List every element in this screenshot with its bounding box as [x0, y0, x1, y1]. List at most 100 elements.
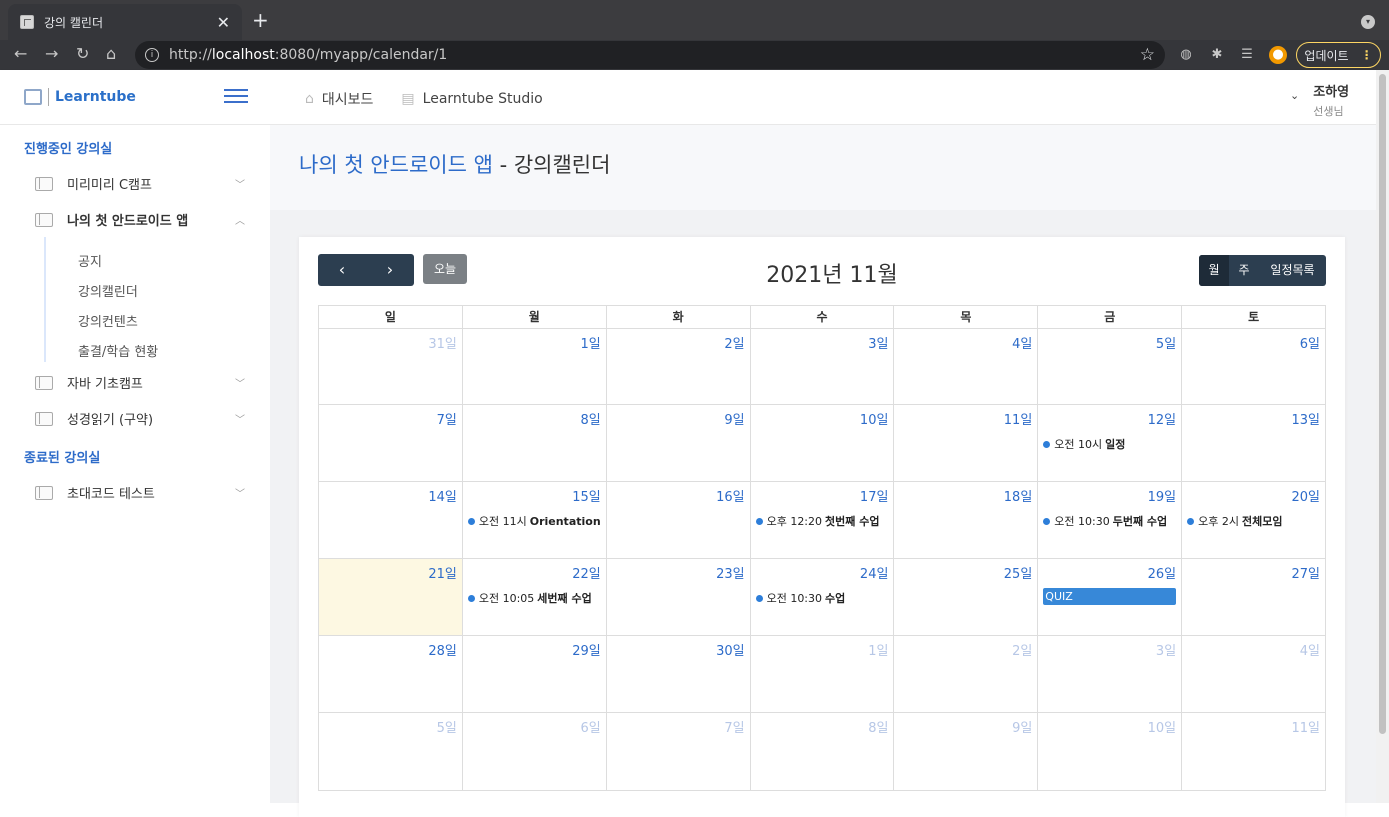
day-number[interactable]: 5일: [324, 717, 457, 736]
extensions-puzzle-icon[interactable]: ✱: [1208, 46, 1226, 64]
calendar-day-cell[interactable]: 29일: [463, 636, 607, 712]
reading-list-icon[interactable]: ☰: [1238, 46, 1256, 64]
calendar-day-cell[interactable]: 16일: [607, 482, 751, 558]
submenu-contents[interactable]: 강의컨텐츠: [78, 311, 138, 330]
calendar-day-cell[interactable]: 30일: [607, 636, 751, 712]
calendar-day-cell[interactable]: 6일: [1182, 329, 1325, 404]
calendar-day-cell[interactable]: 19일오전 10:30 두번째 수업: [1038, 482, 1183, 558]
calendar-day-cell[interactable]: 26일 QUIZ: [1038, 559, 1183, 635]
calendar-day-cell[interactable]: 2일: [607, 329, 751, 404]
day-number[interactable]: 31일: [324, 333, 457, 352]
today-button[interactable]: 오늘: [423, 254, 467, 284]
site-info-icon[interactable]: i: [145, 48, 159, 62]
profile-avatar-icon[interactable]: ●: [1269, 46, 1287, 64]
menu-toggle-icon[interactable]: [224, 89, 248, 105]
calendar-day-cell[interactable]: 27일: [1182, 559, 1325, 635]
calendar-day-cell[interactable]: 5일: [319, 713, 463, 790]
calendar-event[interactable]: 오후 2시 전체모임: [1187, 513, 1320, 529]
calendar-day-cell[interactable]: 6일: [463, 713, 607, 790]
day-number[interactable]: 18일: [899, 486, 1033, 505]
bookmark-star-icon[interactable]: ☆: [1140, 45, 1155, 65]
day-number[interactable]: 24일: [756, 563, 889, 582]
update-button[interactable]: 업데이트 ⋮: [1296, 42, 1381, 68]
prev-month-button[interactable]: ‹: [318, 254, 366, 286]
nav-studio[interactable]: ▤ Learntube Studio: [401, 89, 542, 109]
day-number[interactable]: 6일: [468, 717, 600, 736]
extension-globe-icon[interactable]: ◍: [1177, 46, 1195, 64]
calendar-day-cell[interactable]: 24일오전 10:30 수업: [751, 559, 895, 635]
calendar-day-cell[interactable]: 5일: [1038, 329, 1183, 404]
day-number[interactable]: 2일: [612, 333, 744, 352]
day-number[interactable]: 14일: [324, 486, 457, 505]
calendar-day-cell[interactable]: 18일: [894, 482, 1039, 558]
reload-icon[interactable]: ↻: [76, 44, 89, 63]
day-number[interactable]: 10일: [1043, 717, 1177, 736]
day-number[interactable]: 4일: [899, 333, 1032, 352]
nav-dashboard[interactable]: ⌂ 대시보드: [305, 89, 373, 109]
calendar-event[interactable]: 오전 10:30 수업: [755, 590, 889, 606]
course-link[interactable]: 나의 첫 안드로이드 앱: [299, 153, 493, 177]
address-bar[interactable]: i http://localhost:8080/myapp/calendar/1…: [135, 41, 1165, 69]
day-number[interactable]: 8일: [756, 717, 888, 736]
view-week-button[interactable]: 주: [1229, 255, 1259, 286]
day-number[interactable]: 26일: [1043, 563, 1177, 582]
back-icon[interactable]: ←: [14, 44, 27, 63]
calendar-day-cell[interactable]: 10일: [1038, 713, 1183, 790]
tab-close-icon[interactable]: ✕: [217, 13, 230, 32]
calendar-day-cell[interactable]: 9일: [607, 405, 751, 481]
calendar-event[interactable]: 오전 11시 Orientation: [467, 513, 601, 529]
day-number[interactable]: 22일: [468, 563, 601, 582]
sidebar-course-invite-test[interactable]: 초대코드 테스트 ﹀: [35, 483, 245, 502]
next-month-button[interactable]: ›: [366, 254, 414, 286]
calendar-day-cell[interactable]: 1일: [751, 636, 895, 712]
calendar-allday-event[interactable]: QUIZ: [1043, 588, 1177, 605]
day-number[interactable]: 28일: [324, 640, 457, 659]
calendar-day-cell[interactable]: 1일: [463, 329, 607, 404]
day-number[interactable]: 21일: [324, 563, 457, 582]
calendar-event[interactable]: 오전 10:30 두번째 수업: [1043, 513, 1176, 529]
day-number[interactable]: 11일: [899, 409, 1033, 428]
day-number[interactable]: 20일: [1187, 486, 1321, 505]
day-number[interactable]: 2일: [899, 640, 1032, 659]
day-number[interactable]: 1일: [756, 640, 888, 659]
calendar-day-cell[interactable]: 9일: [894, 713, 1039, 790]
calendar-day-cell[interactable]: 20일오후 2시 전체모임: [1182, 482, 1325, 558]
calendar-day-cell[interactable]: 8일: [463, 405, 607, 481]
day-number[interactable]: 12일: [1043, 409, 1177, 428]
calendar-day-cell[interactable]: 31일: [319, 329, 463, 404]
day-number[interactable]: 15일: [468, 486, 601, 505]
calendar-day-cell[interactable]: 21일: [319, 559, 463, 635]
calendar-day-cell[interactable]: 8일: [751, 713, 895, 790]
day-number[interactable]: 7일: [324, 409, 457, 428]
calendar-day-cell[interactable]: 4일: [894, 329, 1039, 404]
calendar-event[interactable]: 오전 10시 일정: [1043, 436, 1176, 452]
day-number[interactable]: 27일: [1187, 563, 1321, 582]
calendar-day-cell[interactable]: 28일: [319, 636, 463, 712]
browser-tab[interactable]: 강의 캘린더 ✕: [8, 4, 242, 40]
new-tab-button[interactable]: +: [252, 10, 269, 30]
calendar-day-cell[interactable]: 25일: [894, 559, 1039, 635]
logo[interactable]: Learntube: [24, 88, 136, 106]
calendar-day-cell[interactable]: 11일: [1182, 713, 1325, 790]
day-number[interactable]: 23일: [612, 563, 745, 582]
view-month-button[interactable]: 월: [1199, 255, 1229, 286]
day-number[interactable]: 3일: [1043, 640, 1176, 659]
submenu-calendar[interactable]: 강의캘린더: [78, 281, 138, 300]
calendar-day-cell[interactable]: 12일오전 10시 일정: [1038, 405, 1183, 481]
calendar-day-cell[interactable]: 3일: [1038, 636, 1183, 712]
day-number[interactable]: 25일: [899, 563, 1033, 582]
calendar-day-cell[interactable]: 7일: [319, 405, 463, 481]
submenu-attendance[interactable]: 출결/학습 현황: [78, 341, 158, 360]
calendar-day-cell[interactable]: 7일: [607, 713, 751, 790]
calendar-day-cell[interactable]: 14일: [319, 482, 463, 558]
sidebar-course-android[interactable]: 나의 첫 안드로이드 앱 ︿: [35, 210, 245, 229]
calendar-day-cell[interactable]: 11일: [894, 405, 1039, 481]
day-number[interactable]: 19일: [1043, 486, 1177, 505]
day-number[interactable]: 9일: [899, 717, 1032, 736]
page-scrollbar[interactable]: [1376, 70, 1389, 803]
day-number[interactable]: 9일: [612, 409, 744, 428]
tab-search-icon[interactable]: ▾: [1361, 15, 1375, 29]
calendar-day-cell[interactable]: 22일 오전 10:05 세번째 수업: [463, 559, 607, 635]
day-number[interactable]: 29일: [468, 640, 601, 659]
calendar-day-cell[interactable]: 15일오전 11시 Orientation: [463, 482, 607, 558]
